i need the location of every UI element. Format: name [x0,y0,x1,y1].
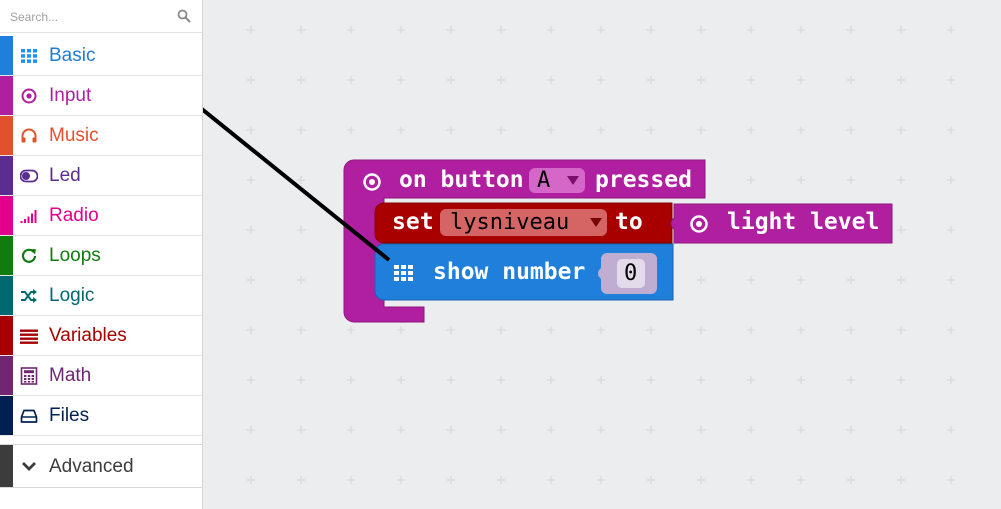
category-label: Led [49,165,81,186]
category-color-bar [0,116,13,155]
search-icon[interactable] [177,9,191,23]
category-label: Advanced [49,456,134,477]
category-math[interactable]: Math [0,356,202,396]
drive-icon [20,409,38,423]
category-color-bar [0,445,13,487]
category-radio[interactable]: Radio [0,196,202,236]
category-label: Basic [49,45,96,66]
headphones-icon [21,128,37,143]
category-variables[interactable]: Variables [0,316,202,356]
category-advanced[interactable]: Advanced [0,444,202,488]
refresh-icon [21,248,37,263]
category-color-bar [0,316,13,355]
chevron-down-icon [22,462,36,471]
search-input[interactable] [8,6,172,28]
workspace[interactable]: on button A pressed set lysniveau to lig… [203,0,1001,509]
category-label: Music [49,125,99,146]
calculator-icon [20,367,38,385]
category-color-bar [0,196,13,235]
category-color-bar [0,236,13,275]
category-label: Radio [49,205,99,226]
category-music[interactable]: Music [0,116,202,156]
target-icon [21,88,37,104]
category-loops[interactable]: Loops [0,236,202,276]
category-label: Math [49,365,92,386]
list-icon [20,329,38,344]
shuffle-icon [21,289,37,303]
category-basic[interactable]: Basic [0,36,202,76]
category-label: Files [49,405,90,426]
pointer-arrow [203,107,391,262]
category-color-bar [0,36,13,75]
signal-icon [20,210,37,223]
category-color-bar [0,76,13,115]
grid-icon [21,49,37,63]
category-label: Input [49,85,92,106]
category-led[interactable]: Led [0,156,202,196]
category-color-bar [0,156,13,195]
category-color-bar [0,276,13,315]
category-logic[interactable]: Logic [0,276,202,316]
category-label: Loops [49,245,101,266]
search-bar [0,0,202,33]
category-label: Logic [49,285,95,306]
toolbox: Basic Input Music Led [0,0,203,509]
category-input[interactable]: Input [0,76,202,116]
category-color-bar [0,356,13,395]
category-label: Variables [49,325,127,346]
category-files[interactable]: Files [0,396,202,436]
category-color-bar [0,396,13,435]
toggle-icon [20,169,38,183]
